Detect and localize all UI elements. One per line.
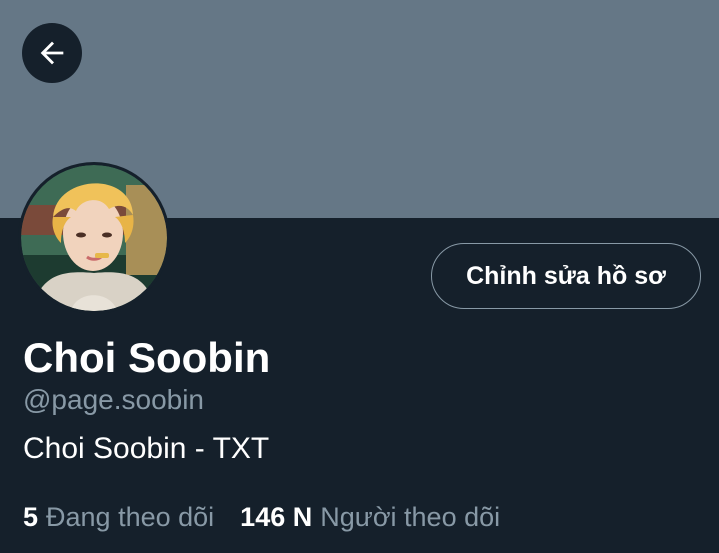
back-button[interactable] (22, 23, 82, 83)
followers-label: Người theo dõi (320, 502, 501, 532)
arrow-left-icon (40, 41, 64, 65)
edit-profile-button[interactable]: Chỉnh sửa hồ sơ (431, 243, 701, 309)
profile-bio: Choi Soobin - TXT (23, 432, 270, 465)
profile-stats: 5 Đang theo dõi 146 N Người theo dõi (23, 502, 500, 533)
user-handle: @page.soobin (23, 384, 205, 415)
avatar[interactable] (18, 162, 170, 314)
followers-count: 146 N (240, 502, 313, 532)
following-label: Đang theo dõi (46, 502, 215, 532)
following-stat[interactable]: 5 Đang theo dõi (23, 502, 214, 533)
profile-photo (21, 165, 167, 311)
following-count: 5 (23, 502, 39, 532)
display-name: Choi Soobin (23, 334, 271, 381)
followers-stat[interactable]: 146 N Người theo dõi (240, 502, 500, 533)
